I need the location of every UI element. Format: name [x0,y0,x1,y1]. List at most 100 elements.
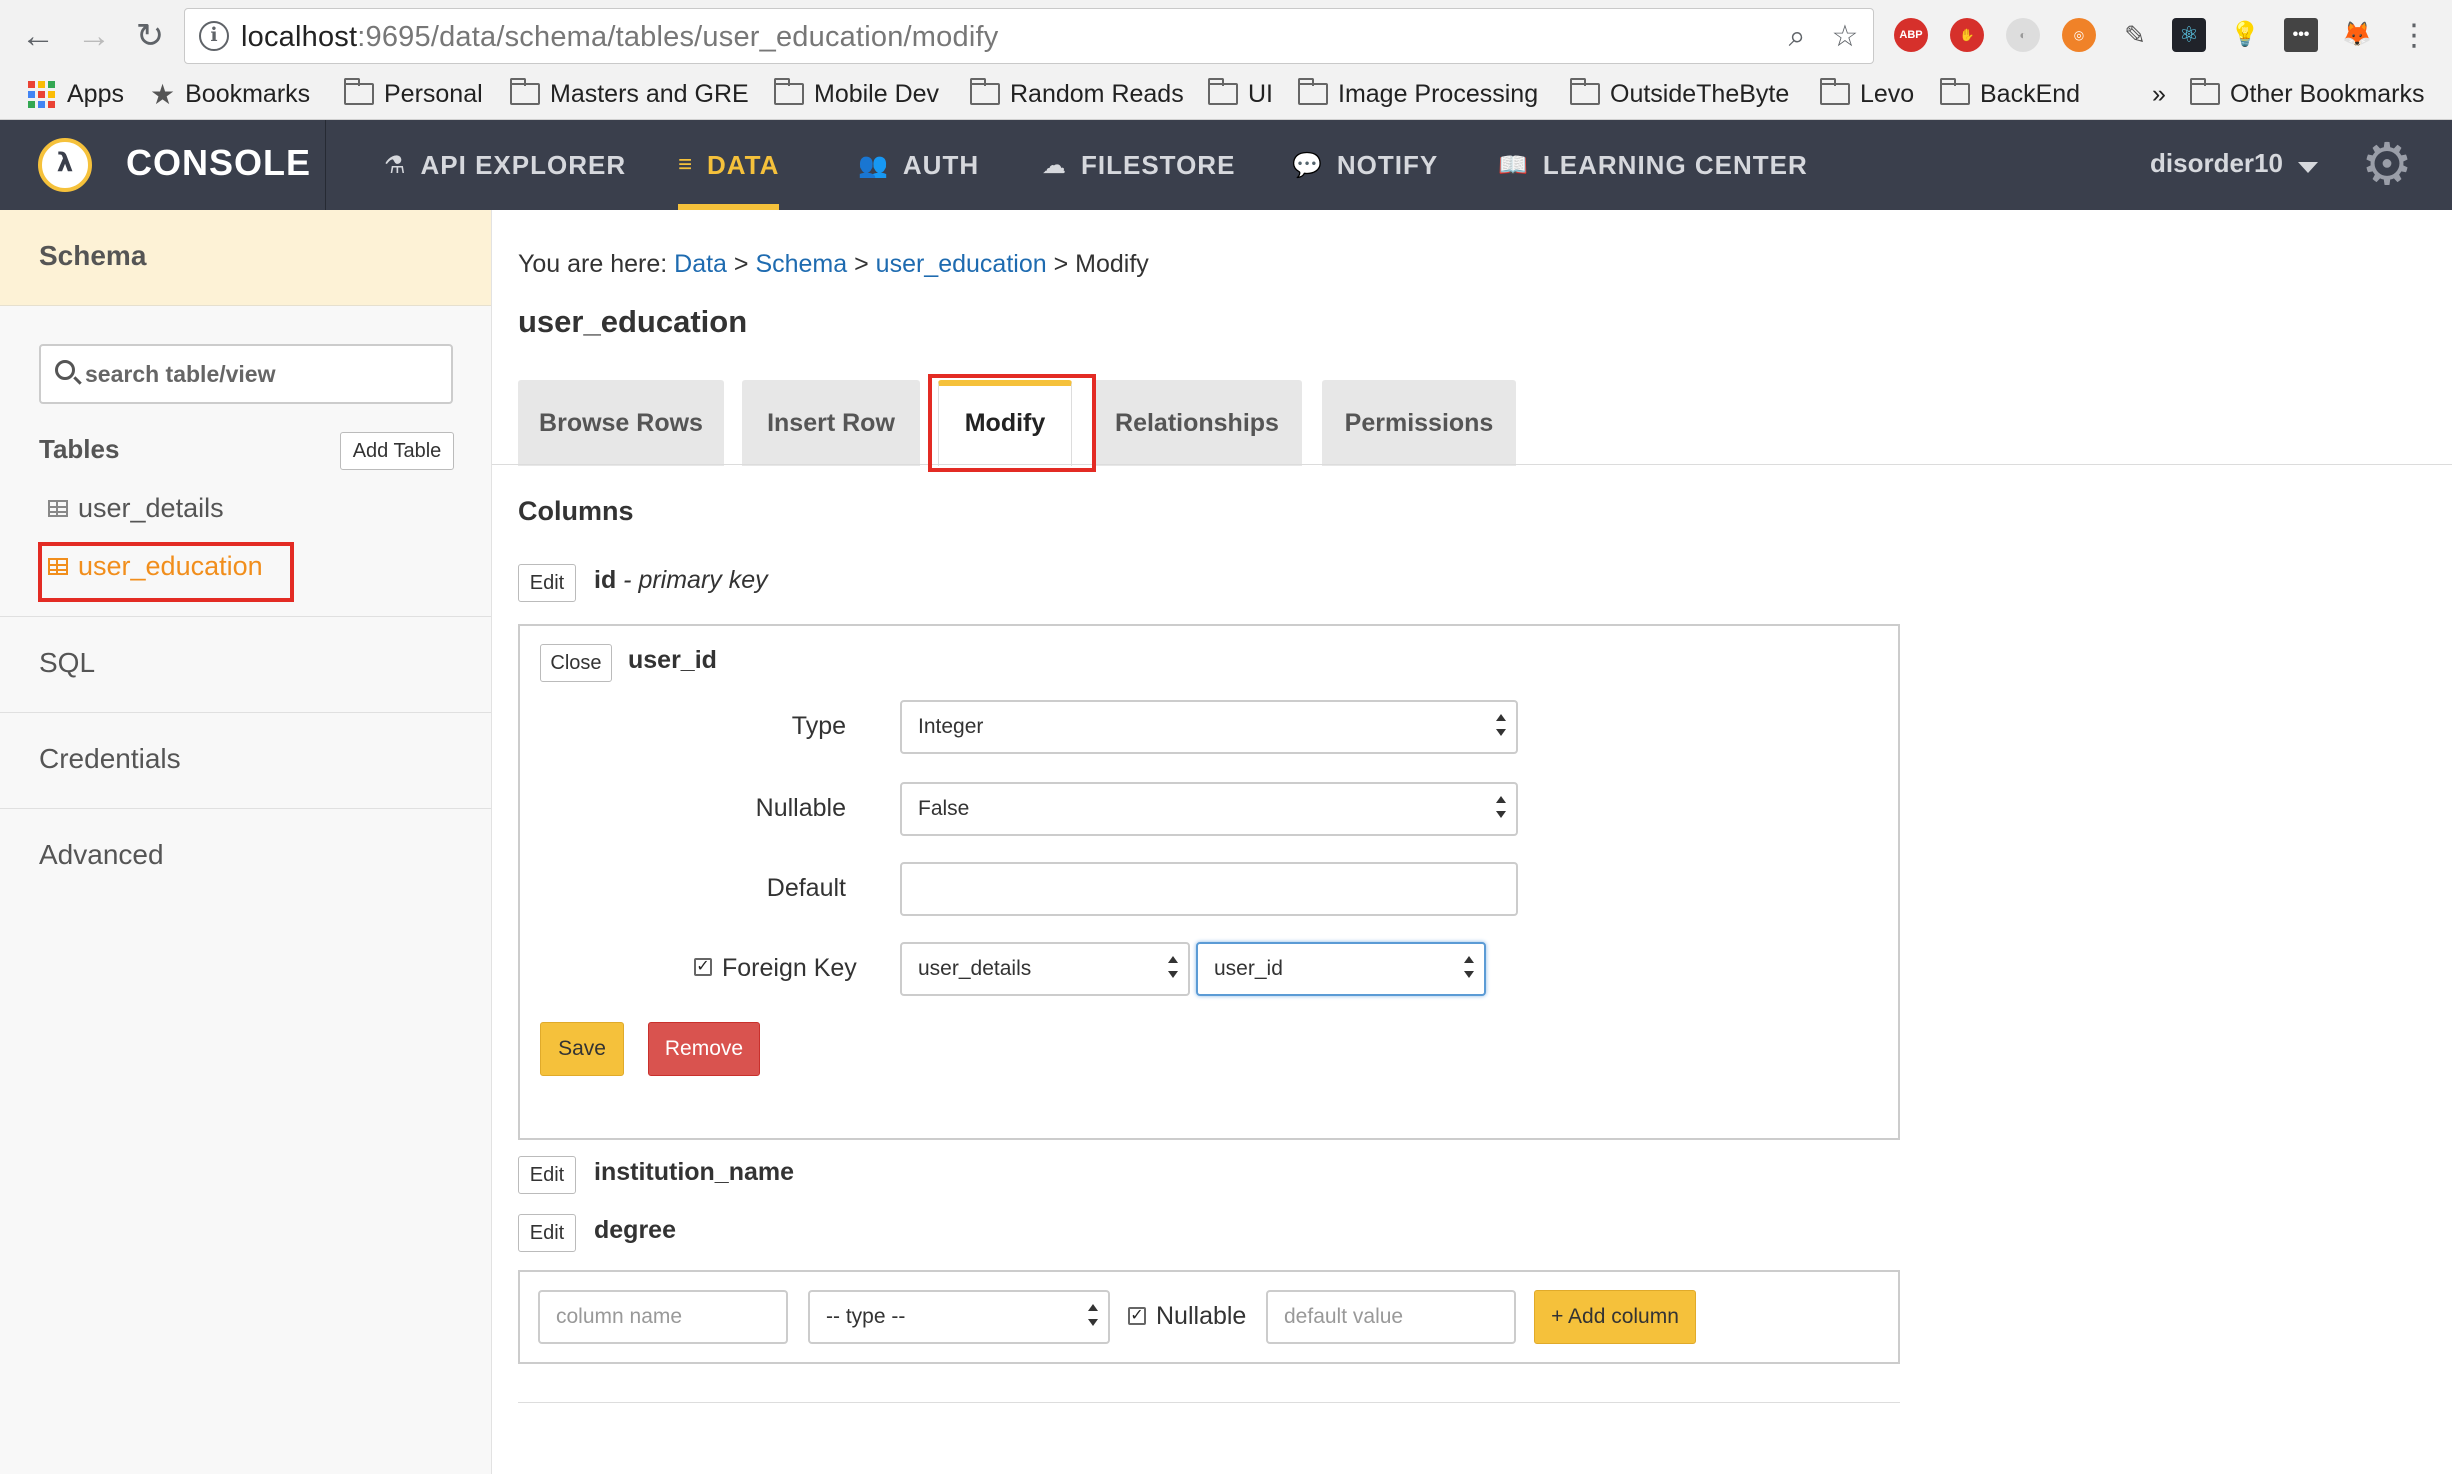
nullable-select[interactable]: False [900,782,1518,836]
search-icon [55,360,75,380]
nav-tab-auth[interactable]: 👥 AUTH [858,120,979,210]
bookmark-apps[interactable]: Apps [28,74,124,114]
bookmark-other-bookmarks[interactable]: Other Bookmarks [2190,74,2425,114]
address-bar[interactable]: i localhost:9695/data/schema/tables/user… [184,8,1874,64]
react-icon[interactable]: ⚛ [2172,18,2206,52]
nav-tab-filestore[interactable]: ☁ FILESTORE [1042,120,1235,210]
bookmark-label: Bookmarks [185,79,311,108]
bookmark-random-reads[interactable]: Random Reads [970,74,1184,114]
edit-column-button[interactable]: Edit [518,1214,576,1252]
dots-box-icon[interactable]: ••• [2284,18,2318,52]
user-menu[interactable]: disorder10 [2150,148,2283,179]
add-table-button[interactable]: Add Table [340,432,454,470]
folder-icon [2190,78,2220,105]
save-button[interactable]: Save [540,1022,624,1076]
brand-title: CONSOLE [126,142,312,183]
type-label: Type [791,712,846,740]
bookmark-masters-gre[interactable]: Masters and GRE [510,74,749,114]
crescent-icon[interactable]: ◐ [2006,18,2040,52]
bookmark-bookmarks[interactable]: ★ Bookmarks [150,74,310,114]
bookmarks-overflow-chevron[interactable]: » [2152,74,2166,114]
bookmark-label: Personal [384,79,483,108]
bookmark-backend[interactable]: BackEnd [1940,74,2080,114]
new-column-type-select[interactable]: -- type -- [808,1290,1110,1344]
reload-icon[interactable]: ↻ [128,14,172,58]
fk-column-select[interactable]: user_id [1196,942,1486,996]
new-column-default-input[interactable] [1266,1290,1516,1344]
bookmark-label: Mobile Dev [814,79,940,108]
forward-arrow-icon[interactable]: → [72,14,116,58]
sidebar-sql[interactable]: SQL [0,616,491,712]
folder-icon [1208,78,1238,105]
bookmark-label: Masters and GRE [550,79,749,108]
flask-icon: ⚗ [384,151,407,179]
sidebar-credentials[interactable]: Credentials [0,712,491,808]
comment-icon: 💬 [1292,151,1323,179]
bookmark-label: OutsideTheByte [1610,79,1790,108]
lightbulb-icon[interactable]: 💡 [2228,18,2262,52]
lifebuoy-icon[interactable]: ◎ [2062,18,2096,52]
breadcrumb-data[interactable]: Data [674,250,727,278]
table-search[interactable] [39,344,453,404]
bookmark-label: Other Bookmarks [2230,79,2425,108]
hand-stop-icon[interactable]: ✋ [1950,18,1984,52]
sidebar-schema-header[interactable]: Schema [0,210,491,306]
edit-column-button[interactable]: Edit [518,1156,576,1194]
nav-tab-notify[interactable]: 💬 NOTIFY [1292,120,1438,210]
metamask-fox-icon[interactable]: 🦊 [2340,18,2374,52]
new-column-nullable-label: Nullable [1156,1302,1247,1330]
foreign-key-checkbox[interactable]: ✓ [694,958,712,976]
gear-icon[interactable]: ⚙ [2358,136,2416,194]
close-editor-button[interactable]: Close [540,644,612,682]
book-icon: 📖 [1498,151,1529,179]
nav-tab-label: NOTIFY [1336,149,1439,180]
primary-key-note: - primary key [623,566,768,594]
table-icon [48,499,68,517]
folder-icon [1820,78,1850,105]
users-icon: 👥 [858,151,889,179]
new-column-nullable-checkbox[interactable]: ✓ [1128,1307,1146,1325]
site-info-icon[interactable]: i [199,21,229,51]
sidebar-table-user-details[interactable]: user_details [48,488,224,528]
sidebar-advanced[interactable]: Advanced [0,808,491,904]
fk-table-select[interactable]: user_details [900,942,1190,996]
remove-button[interactable]: Remove [648,1022,760,1076]
default-label: Default [766,874,846,902]
tab-insert-row[interactable]: Insert Row [742,380,920,466]
bookmark-ui[interactable]: UI [1208,74,1273,114]
bookmark-levo[interactable]: Levo [1820,74,1914,114]
nullable-select-value: False [918,797,970,820]
folder-icon [510,78,540,105]
search-input[interactable] [85,356,445,392]
eyedropper-icon[interactable]: ✎ [2118,18,2152,52]
breadcrumb-separator: > [847,250,876,278]
back-arrow-icon[interactable]: ← [16,14,60,58]
url-text[interactable]: localhost:9695/data/schema/tables/user_e… [241,21,998,54]
nav-tab-api-explorer[interactable]: ⚗ API EXPLORER [384,120,626,210]
nav-tab-data[interactable]: ≡ DATA [678,120,780,210]
add-column-button[interactable]: + Add column [1534,1290,1696,1344]
menu-kebab-icon[interactable]: ⋮ [2392,14,2436,58]
nav-tab-label: API EXPLORER [420,149,627,180]
tab-permissions[interactable]: Permissions [1322,380,1516,466]
app-header: CONSOLE ⚗ API EXPLORER ≡ DATA 👥 AUTH ☁ FILES… [0,120,2452,210]
tab-relationships[interactable]: Relationships [1092,380,1302,466]
tab-browse-rows[interactable]: Browse Rows [518,380,724,466]
adblock-icon[interactable]: ABP [1894,18,1928,52]
breadcrumb-table[interactable]: user_education [876,250,1047,278]
bookmark-star-icon[interactable]: ☆ [1827,19,1863,55]
bookmark-personal[interactable]: Personal [344,74,483,114]
nav-tab-learning-center[interactable]: 📖 LEARNING CENTER [1498,120,1808,210]
bookmark-outsidethebyte[interactable]: OutsideTheByte [1570,74,1789,114]
brand[interactable]: CONSOLE [0,120,326,210]
default-input[interactable] [900,862,1518,916]
bookmark-label: BackEnd [1980,79,2081,108]
zoom-icon[interactable]: ⌕ [1779,19,1815,55]
edit-column-button[interactable]: Edit [518,564,576,602]
type-select[interactable]: Integer [900,700,1518,754]
breadcrumb-schema[interactable]: Schema [755,250,847,278]
bookmark-mobile-dev[interactable]: Mobile Dev [774,74,939,114]
caret-down-icon[interactable] [2298,162,2318,173]
new-column-name-input[interactable] [538,1290,788,1344]
bookmark-image-processing[interactable]: Image Processing [1298,74,1538,114]
